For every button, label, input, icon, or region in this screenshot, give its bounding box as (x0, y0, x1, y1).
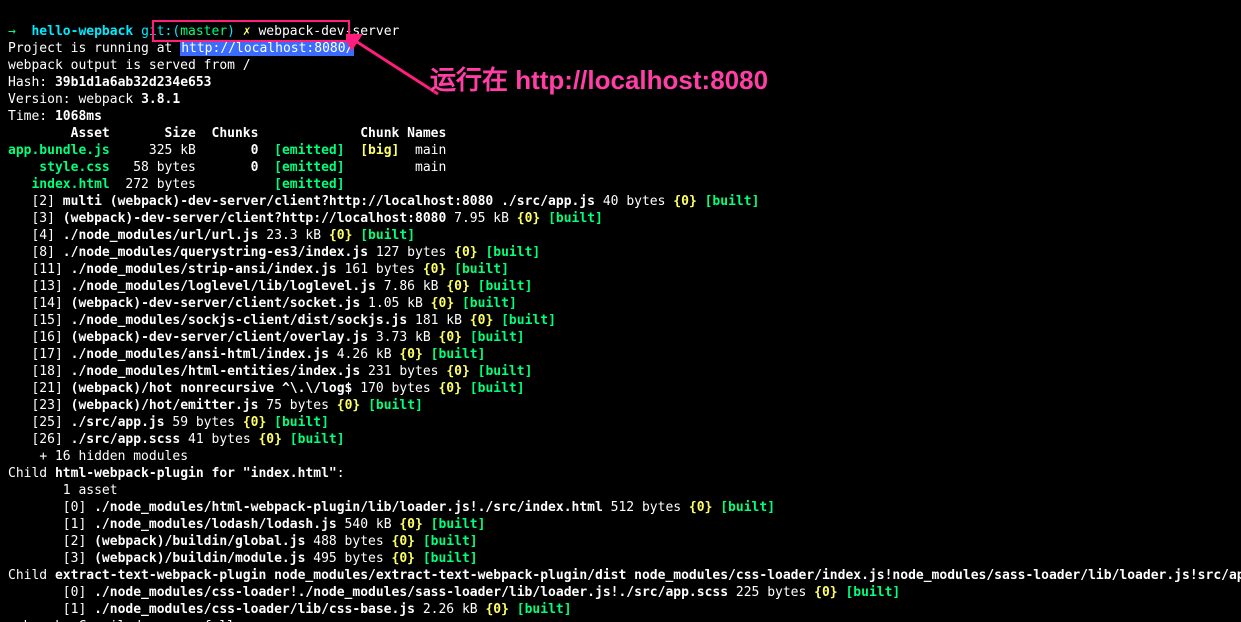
prompt-git-close: ) (227, 24, 235, 39)
child1-head-colon: : (337, 466, 345, 481)
assets-table-head: Asset Size Chunks Chunk Names (8, 126, 446, 141)
hash-value: 39b1d1a6ab32d234e653 (55, 75, 212, 90)
child2-head-pre: Child (8, 568, 55, 583)
child2-module-list: [0] ./node_modules/css-loader!./node_mod… (8, 585, 900, 617)
time-value: 1068ms (55, 109, 102, 124)
hash-label: Hash: (8, 75, 47, 90)
prompt-dirty-mark: ✗ (243, 24, 251, 39)
child1-module-list: [0] ./node_modules/html-webpack-plugin/l… (8, 500, 775, 566)
child1-asset: 1 asset (63, 483, 118, 498)
hidden-modules: + 16 hidden modules (39, 449, 188, 464)
child1-head: html-webpack-plugin for "index.html" (55, 466, 337, 481)
prompt-arrow: → (8, 24, 16, 39)
server-url[interactable]: http://localhost:8080/ (180, 41, 354, 56)
annotation-text: 运行在 http://localhost:8080 (430, 72, 768, 89)
version-pkg: webpack (78, 92, 133, 107)
running-at-prefix: Project is running at (8, 41, 172, 56)
version-number: 3.8.1 (141, 92, 180, 107)
assets-table-rows: app.bundle.js 325 kB 0 [emitted] [big] m… (8, 143, 446, 192)
served-from: webpack output is served from / (8, 58, 251, 73)
annotation-arrow-icon (346, 34, 446, 104)
child1-head-pre: Child (8, 466, 55, 481)
command-text: webpack-dev-server (258, 24, 399, 39)
prompt-dir: hello-wepback (31, 24, 133, 39)
prompt-git-open: git:( (141, 24, 180, 39)
terminal-window[interactable]: → hello-wepback git:(master) ✗ webpack-d… (0, 0, 1241, 622)
prompt-branch: master (180, 24, 227, 39)
version-label: Version: (8, 92, 71, 107)
time-label: Time: (8, 109, 47, 124)
child2-head: extract-text-webpack-plugin node_modules… (55, 568, 1241, 583)
module-list: [2] multi (webpack)-dev-server/client?ht… (8, 194, 759, 447)
